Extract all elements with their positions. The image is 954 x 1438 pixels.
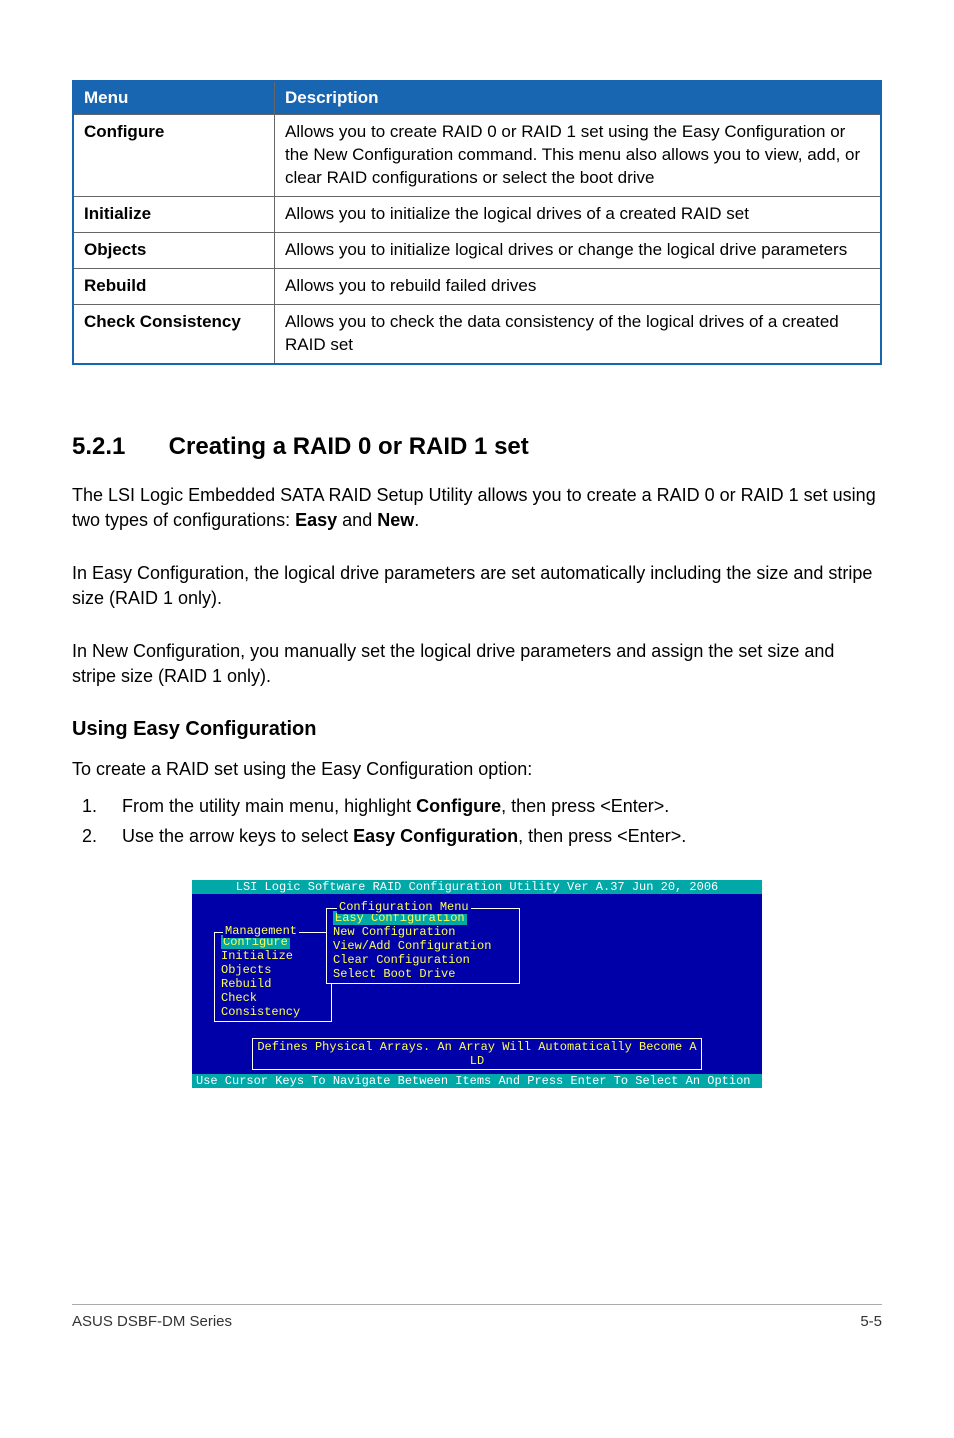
desc-cell: Allows you to initialize logical drives … — [275, 232, 882, 268]
cfg-item-new[interactable]: New Configuration — [333, 925, 513, 939]
section-number: 5.2.1 — [72, 433, 162, 461]
menu-cell: Initialize — [73, 196, 275, 232]
th-desc: Description — [275, 81, 882, 115]
desc-cell: Allows you to rebuild failed drives — [275, 268, 882, 304]
menu-cell: Rebuild — [73, 268, 275, 304]
table-row: Check Consistency Allows you to check th… — [73, 304, 881, 363]
table-row: Rebuild Allows you to rebuild failed dri… — [73, 268, 881, 304]
step-number: 2. — [82, 824, 97, 848]
steps-list: 1. From the utility main menu, highlight… — [72, 794, 882, 855]
menu-description-table: Menu Description Configure Allows you to… — [72, 80, 882, 365]
management-menu-box: Management Configure Initialize Objects … — [214, 932, 332, 1022]
desc-cell: Allows you to check the data consistency… — [275, 304, 882, 363]
paragraph-easy: In Easy Configuration, the logical drive… — [72, 561, 882, 611]
desc-cell: Allows you to create RAID 0 or RAID 1 se… — [275, 115, 882, 197]
cfg-item-view-add[interactable]: View/Add Configuration — [333, 939, 513, 953]
paragraph-intro: The LSI Logic Embedded SATA RAID Setup U… — [72, 483, 882, 533]
footer-page-number: 5-5 — [860, 1313, 882, 1330]
section-title: Creating a RAID 0 or RAID 1 set — [169, 433, 529, 460]
cfg-item-clear[interactable]: Clear Configuration — [333, 953, 513, 967]
bios-status-bar: Use Cursor Keys To Navigate Between Item… — [192, 1074, 762, 1088]
mgmt-item-rebuild[interactable]: Rebuild — [221, 977, 325, 991]
mgmt-item-check-consistency[interactable]: Check Consistency — [221, 991, 325, 1019]
bios-screenshot: LSI Logic Software RAID Configuration Ut… — [192, 880, 762, 1088]
paragraph-steps-intro: To create a RAID set using the Easy Conf… — [72, 757, 882, 782]
table-row: Initialize Allows you to initialize the … — [73, 196, 881, 232]
step-number: 1. — [82, 794, 97, 818]
section-heading: 5.2.1 Creating a RAID 0 or RAID 1 set — [72, 433, 882, 461]
step-item: 1. From the utility main menu, highlight… — [122, 794, 882, 818]
footer-left: ASUS DSBF-DM Series — [72, 1313, 232, 1330]
bios-title-bar: LSI Logic Software RAID Configuration Ut… — [192, 880, 762, 894]
step-item: 2. Use the arrow keys to select Easy Con… — [122, 824, 882, 848]
management-menu-label: Management — [223, 924, 299, 938]
table-row: Objects Allows you to initialize logical… — [73, 232, 881, 268]
page-footer: ASUS DSBF-DM Series 5-5 — [72, 1304, 882, 1330]
cfg-item-select-boot[interactable]: Select Boot Drive — [333, 967, 513, 981]
menu-cell: Configure — [73, 115, 275, 197]
paragraph-new: In New Configuration, you manually set t… — [72, 639, 882, 689]
th-menu: Menu — [73, 81, 275, 115]
bios-defines-box: Defines Physical Arrays. An Array Will A… — [252, 1038, 702, 1070]
subsection-heading: Using Easy Configuration — [72, 718, 882, 741]
configuration-menu-box: Configuration Menu Easy Configuration Ne… — [326, 908, 520, 984]
mgmt-item-objects[interactable]: Objects — [221, 963, 325, 977]
desc-cell: Allows you to initialize the logical dri… — [275, 196, 882, 232]
configuration-menu-label: Configuration Menu — [337, 900, 471, 914]
menu-cell: Check Consistency — [73, 304, 275, 363]
mgmt-item-initialize[interactable]: Initialize — [221, 949, 325, 963]
table-row: Configure Allows you to create RAID 0 or… — [73, 115, 881, 197]
menu-cell: Objects — [73, 232, 275, 268]
